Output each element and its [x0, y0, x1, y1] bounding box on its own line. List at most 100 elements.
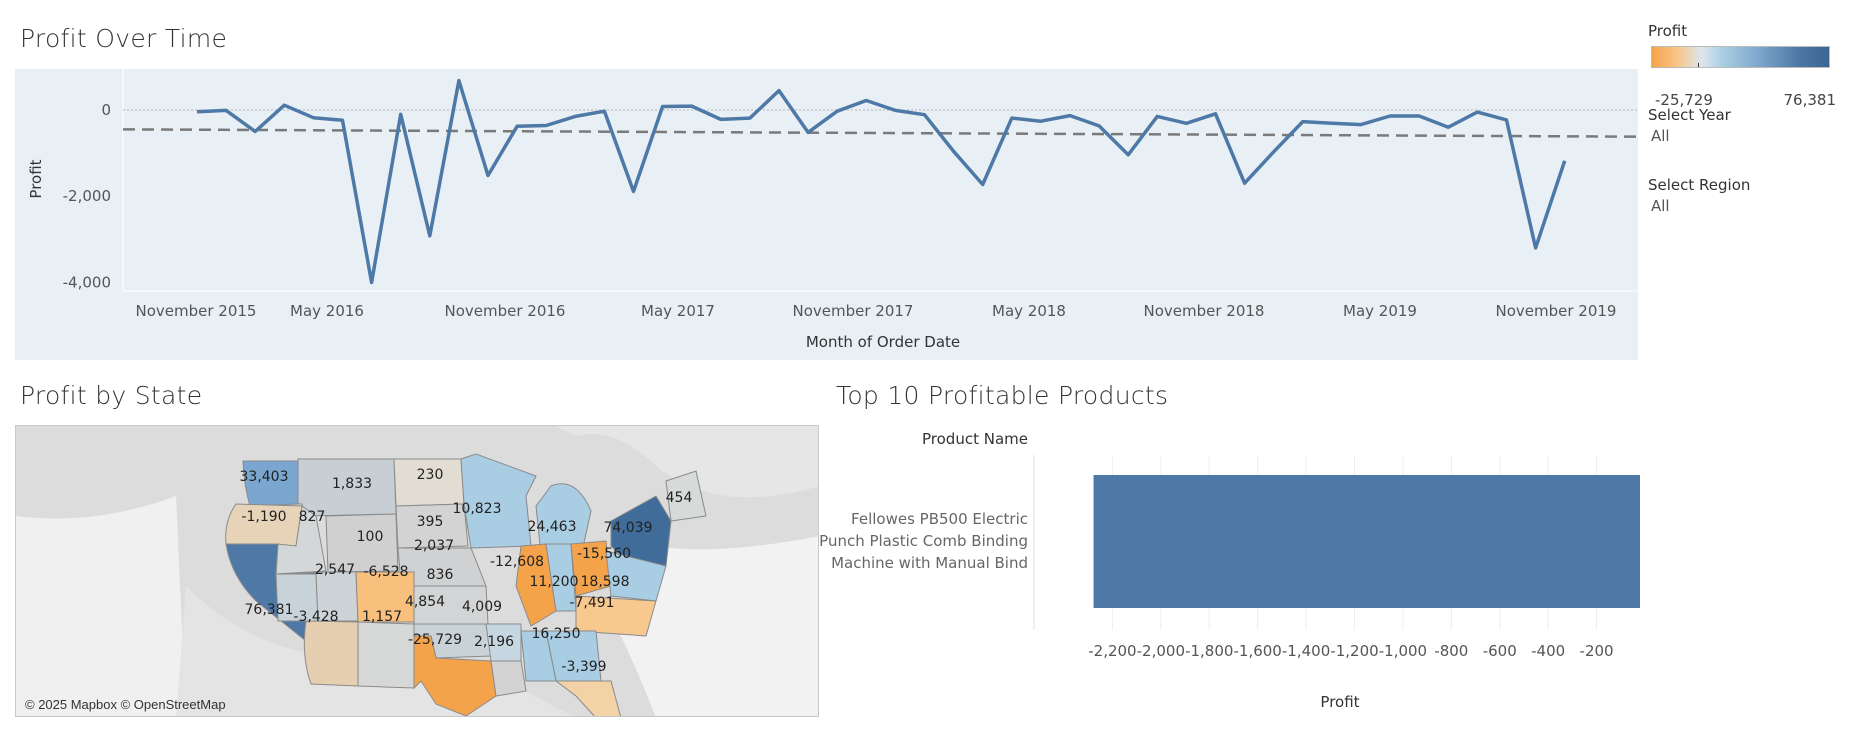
data-point	[1297, 116, 1309, 128]
profit-over-time-title: Profit Over Time	[20, 24, 228, 53]
profit-by-state-map[interactable]: 33,403 1,833 230 10,823 -1,190 827 100 395 2,037…	[15, 425, 819, 717]
state-profit-label: -6,528	[363, 564, 408, 580]
product-name-label: Machine with Manual Bind	[831, 554, 1028, 572]
x-tick-label: -1,400	[1282, 642, 1330, 660]
data-point	[1384, 110, 1396, 122]
x-tick-label: November 2018	[1144, 302, 1265, 320]
product-bar	[1093, 475, 1640, 608]
top-products-title: Top 10 Profitable Products	[836, 381, 1169, 410]
data-point	[191, 106, 203, 118]
data-point	[453, 75, 465, 87]
x-tick-label: May 2019	[1343, 302, 1417, 320]
state-profit-label: 2,037	[414, 538, 454, 554]
data-point	[919, 109, 931, 121]
product-name-label: Fellowes PB500 Electric	[851, 510, 1028, 528]
data-point	[424, 230, 436, 242]
x-tick-label: November 2015	[136, 302, 257, 320]
x-tick-label: May 2018	[992, 302, 1066, 320]
data-point	[1122, 149, 1134, 161]
state-profit-label: 836	[427, 567, 454, 583]
state-profit-label: 2,547	[315, 562, 355, 578]
data-point	[948, 145, 960, 157]
data-point	[1559, 155, 1571, 167]
legend-color-ramp	[1651, 46, 1830, 68]
state-profit-label: 1,833	[332, 476, 372, 492]
data-point	[1413, 110, 1425, 122]
x-tick-label: May 2016	[290, 302, 364, 320]
x-axis-label: Profit	[1320, 693, 1359, 711]
x-tick-label: -2,200	[1088, 642, 1136, 660]
data-point	[1006, 112, 1018, 124]
data-point	[715, 113, 727, 125]
data-point	[1355, 119, 1367, 131]
y-tick-label: -4,000	[63, 273, 111, 291]
x-tick-label: -1,000	[1379, 642, 1427, 660]
top-products-bar-chart: Product Name Fellowes PB500 Electric Punch…	[820, 430, 1640, 711]
data-point	[744, 112, 756, 124]
year-filter-label: Select Year	[1648, 106, 1731, 124]
x-tick-label: May 2017	[641, 302, 715, 320]
data-point	[1064, 110, 1076, 122]
profit-by-state-title: Profit by State	[20, 381, 203, 410]
data-point	[831, 105, 843, 117]
state-profit-label: 33,403	[240, 469, 289, 485]
legend-max-label: 76,381	[1783, 91, 1837, 109]
data-point	[511, 120, 523, 132]
x-tick-label: -800	[1434, 642, 1468, 660]
data-point	[1035, 115, 1047, 127]
state-profit-label: 395	[417, 514, 444, 530]
map-attribution[interactable]: © 2025 Mapbox © OpenStreetMap	[25, 697, 226, 712]
x-tick-label: -1,600	[1233, 642, 1281, 660]
state-profit-label: -3,428	[293, 609, 338, 625]
state-profit-label: 11,200	[530, 574, 579, 590]
data-point	[802, 126, 814, 138]
data-point	[1093, 120, 1105, 132]
data-point	[889, 104, 901, 116]
x-tick-label: November 2017	[793, 302, 914, 320]
data-point	[307, 112, 319, 124]
data-point	[366, 276, 378, 288]
data-point	[977, 179, 989, 191]
data-point	[482, 169, 494, 181]
state-profit-label: -15,560	[577, 546, 631, 562]
state-profit-label: 4,854	[405, 594, 445, 610]
x-tick-label: November 2019	[1496, 302, 1617, 320]
data-point	[1442, 121, 1454, 133]
x-tick-label: November 2016	[445, 302, 566, 320]
state-profit-label: 827	[299, 509, 326, 525]
data-point	[540, 119, 552, 131]
data-point	[1180, 117, 1192, 129]
x-tick-label: -2,000	[1137, 642, 1185, 660]
x-tick-label: -400	[1531, 642, 1565, 660]
category-header: Product Name	[922, 430, 1028, 448]
state-profit-label: 10,823	[453, 501, 502, 517]
line-chart-svg: 0 -2,000 -4,000 Profit November 2015 May 2016…	[27, 69, 1638, 351]
data-point	[249, 126, 261, 138]
state-nm	[357, 621, 415, 689]
data-point	[395, 108, 407, 120]
data-point	[1326, 117, 1338, 129]
region-filter-label: Select Region	[1648, 176, 1751, 194]
region-filter-value[interactable]: All	[1651, 197, 1670, 215]
state-profit-label: -1,190	[241, 509, 286, 525]
state-profit-label: 1,157	[362, 609, 402, 625]
data-point	[1471, 106, 1483, 118]
state-la	[490, 660, 527, 697]
state-profit-label: 230	[417, 467, 444, 483]
data-point	[628, 185, 640, 197]
year-filter-value[interactable]: All	[1651, 127, 1670, 145]
plot-area	[123, 69, 1638, 291]
y-tick-label: 0	[101, 101, 111, 119]
state-profit-label: 18,598	[581, 574, 630, 590]
data-point	[686, 100, 698, 112]
data-point	[569, 110, 581, 122]
state-profit-label: -25,729	[408, 632, 462, 648]
data-point	[773, 85, 785, 97]
profit-legend: Profit -25,729 76,381 Select Year All Se…	[1648, 22, 1838, 215]
data-point	[1268, 146, 1280, 158]
y-axis-label: Profit	[27, 159, 45, 198]
x-tick-label: -200	[1580, 642, 1614, 660]
x-axis-label: Month of Order Date	[806, 333, 960, 351]
profit-over-time-chart[interactable]: 0 -2,000 -4,000 Profit November 2015 May 2016…	[15, 69, 1638, 360]
data-point	[1501, 114, 1513, 126]
